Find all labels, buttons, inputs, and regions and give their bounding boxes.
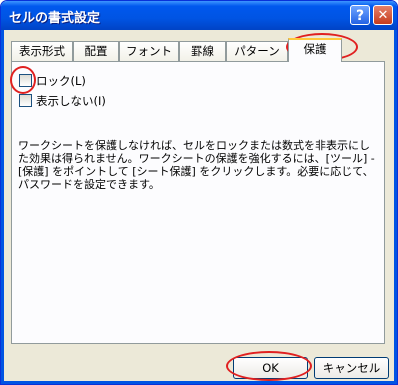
tab-strip: 表示形式 配置 フォント 罫線 パターン 保護 (11, 38, 391, 62)
window-frame-left (1, 30, 4, 384)
cancel-button[interactable]: キャンセル (314, 357, 389, 379)
ok-button[interactable]: OK (233, 357, 308, 379)
tab-alignment[interactable]: 配置 (73, 41, 119, 61)
close-icon: ✕ (377, 8, 389, 23)
help-icon: ? (355, 8, 365, 24)
window-frame-bottom (1, 381, 397, 384)
window-frame-right (394, 30, 397, 384)
dialog-title: セルの書式設定 (9, 11, 101, 26)
tab-protection[interactable]: 保護 (288, 38, 342, 62)
title-bar[interactable]: セルの書式設定 ? ✕ (1, 1, 397, 30)
lock-checkbox[interactable] (19, 74, 32, 87)
tab-number-format[interactable]: 表示形式 (11, 41, 73, 61)
format-cells-dialog: セルの書式設定 ? ✕ 表示形式 配置 フォント 罫線 パターン 保護 ロック(… (0, 0, 398, 385)
close-button[interactable]: ✕ (373, 5, 393, 25)
hidden-checkbox[interactable] (19, 94, 32, 107)
protection-panel: ロック(L) 表示しない(I) ワークシートを保護しなければ、セルをロックまたは… (11, 61, 385, 344)
hidden-label: 表示しない(I) (36, 94, 106, 108)
protection-description: ワークシートを保護しなければ、セルをロックまたは数式を非表示にした効果は得られま… (18, 139, 375, 191)
help-button[interactable]: ? (350, 5, 370, 25)
tab-border[interactable]: 罫線 (179, 41, 226, 61)
tab-font[interactable]: フォント (119, 41, 179, 61)
lock-label: ロック(L) (36, 74, 86, 88)
tab-patterns[interactable]: パターン (226, 41, 288, 61)
